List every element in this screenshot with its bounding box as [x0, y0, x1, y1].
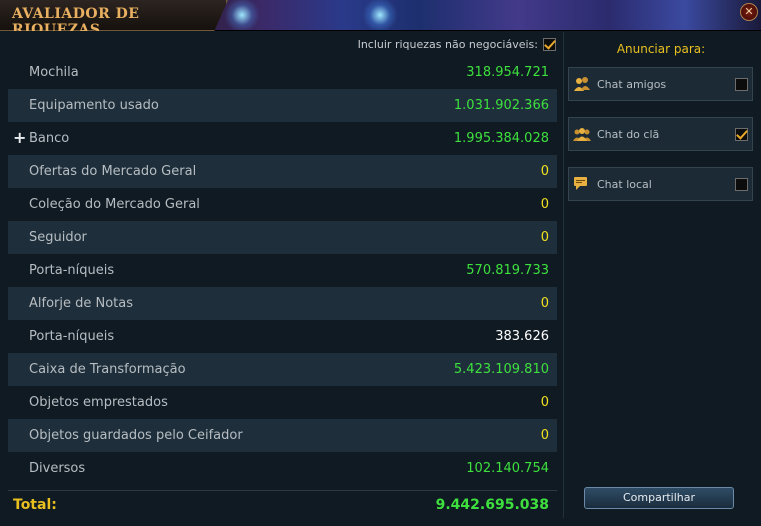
wealth-row-label: Objetos guardados pelo Ceifador	[29, 428, 243, 443]
wealth-row: Equipamento usado 1.031.902.366	[8, 89, 557, 122]
channel-option[interactable]: Chat amigos	[568, 67, 753, 101]
wealth-row: Diversos 102.140.754	[8, 452, 557, 485]
friends-icon	[573, 76, 591, 92]
title-tab: AVALIADOR DE RIQUEZAS	[0, 0, 228, 31]
channel-label: Chat do clã	[597, 128, 660, 141]
wealth-row-value: 102.140.754	[466, 461, 549, 476]
wealth-row[interactable]: + Banco 1.995.384.028	[8, 122, 557, 155]
wealth-row-label: Mochila	[29, 65, 79, 80]
expand-icon[interactable]: +	[13, 128, 26, 147]
total-label: Total:	[13, 497, 57, 513]
untradeable-label: Incluir riquezas não negociáveis:	[357, 37, 538, 51]
wealth-row-value: 0	[540, 164, 549, 179]
wealth-row: Objetos guardados pelo Ceifador 0	[8, 419, 557, 452]
wealth-row-label: Banco	[29, 131, 70, 146]
wealth-row-label: Alforje de Notas	[29, 296, 134, 311]
untradeable-checkbox[interactable]	[543, 37, 556, 51]
wealth-row: Porta-níqueis 383.626	[8, 320, 557, 353]
wealth-row-value: 383.626	[495, 329, 549, 344]
wealth-row: Ofertas do Mercado Geral 0	[8, 155, 557, 188]
announce-title: Anunciar para:	[616, 42, 706, 56]
wealth-row-label: Ofertas do Mercado Geral	[29, 164, 197, 179]
wealth-row-label: Equipamento usado	[29, 98, 159, 113]
channel-checkbox[interactable]	[735, 178, 748, 191]
header-art	[360, 0, 400, 30]
wealth-row-label: Porta-níqueis	[29, 329, 115, 344]
wealth-evaluator-window: AVALIADOR DE RIQUEZAS ✕ Incluir riquezas…	[0, 0, 761, 526]
total-row: Total: 9.442.695.038	[8, 490, 557, 519]
wealth-row-value: 570.819.733	[466, 263, 549, 278]
wealth-row-label: Coleção do Mercado Geral	[29, 197, 200, 212]
wealth-row-value: 5.423.109.810	[453, 362, 549, 377]
wealth-row: Mochila 318.954.721	[8, 56, 557, 89]
clan-icon	[573, 126, 591, 142]
wealth-row-value: 1.995.384.028	[453, 131, 549, 146]
channel-label: Chat local	[597, 178, 652, 191]
wealth-row-label: Caixa de Transformação	[29, 362, 186, 377]
wealth-panel: Incluir riquezas não negociáveis: Mochil…	[8, 32, 560, 518]
wealth-list: Mochila 318.954.721 Equipamento usado 1.031…	[8, 56, 560, 485]
channel-option[interactable]: Chat do clã	[568, 117, 753, 151]
wealth-row-label: Seguidor	[29, 230, 87, 245]
wealth-row: Coleção do Mercado Geral 0	[8, 188, 557, 221]
wealth-row: Objetos emprestados 0	[8, 386, 557, 419]
untradeable-toggle-row: Incluir riquezas não negociáveis:	[358, 36, 556, 52]
header-art	[222, 0, 262, 30]
channel-checkbox[interactable]	[735, 128, 748, 141]
wealth-row-label: Porta-níqueis	[29, 263, 115, 278]
wealth-row-value: 0	[540, 428, 549, 443]
close-button[interactable]: ✕	[740, 3, 758, 21]
wealth-row-value: 0	[540, 197, 549, 212]
channel-option[interactable]: Chat local	[568, 167, 753, 201]
share-button[interactable]: Compartilhar	[584, 487, 734, 509]
wealth-row: Caixa de Transformação 5.423.109.810	[8, 353, 557, 386]
wealth-row-value: 1.031.902.366	[453, 98, 549, 113]
window-header: AVALIADOR DE RIQUEZAS ✕	[0, 0, 761, 31]
wealth-row-value: 0	[540, 296, 549, 311]
channel-label: Chat amigos	[597, 78, 667, 91]
announce-panel: Anunciar para: Chat amigos Chat do clã Cha…	[563, 32, 758, 518]
channel-checkbox[interactable]	[735, 78, 748, 91]
wealth-row-label: Objetos emprestados	[29, 395, 168, 410]
total-value: 9.442.695.038	[435, 497, 549, 513]
wealth-row: Porta-níqueis 570.819.733	[8, 254, 557, 287]
wealth-row: Seguidor 0	[8, 221, 557, 254]
wealth-row: Alforje de Notas 0	[8, 287, 557, 320]
wealth-row-value: 0	[540, 395, 549, 410]
wealth-row-value: 318.954.721	[466, 65, 549, 80]
speech-bubble-icon	[573, 176, 591, 192]
wealth-row-label: Diversos	[29, 461, 86, 476]
wealth-row-value: 0	[540, 230, 549, 245]
